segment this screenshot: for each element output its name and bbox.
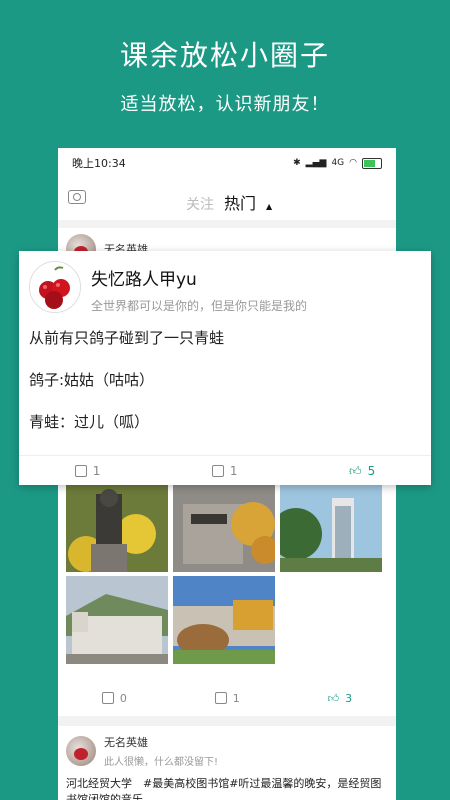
- comment-icon: [211, 465, 224, 477]
- promo-subline: 适当放松，认识新朋友！: [120, 94, 330, 115]
- author-info: 无名英雄 此人很懒，什么都没留下!: [96, 734, 218, 768]
- post-text: 河北经贸大学 #最美高校图书馆#听过最温馨的晚安，是经贸图书馆闭馆的音乐。: [66, 777, 382, 800]
- post-line-2: 鸽子:姑姑（咕咕）: [29, 371, 155, 389]
- comment-button[interactable]: 1: [211, 464, 238, 478]
- thumbs-up-icon: 👍︎: [327, 691, 340, 705]
- popup-author-name[interactable]: 失忆路人甲yu: [91, 265, 197, 290]
- share-icon: [74, 465, 87, 477]
- top-bar: 关注 热门 ▲: [58, 178, 396, 220]
- photo-building[interactable]: [66, 576, 168, 664]
- comment-icon: [214, 692, 227, 704]
- photo-tower[interactable]: [280, 484, 382, 572]
- caret-up-icon: ▲: [266, 202, 273, 211]
- highlighted-post-card[interactable]: 失忆路人甲yu 全世界都可以是你的，但是你只能是我的 从前有只鸽子碰到了一只青蛙…: [19, 251, 431, 485]
- bluetooth-icon: ✱: [293, 158, 301, 168]
- like-count: 5: [367, 464, 376, 478]
- photo-library-sign[interactable]: [173, 484, 275, 572]
- author-row: 无名英雄 此人很懒，什么都没留下!: [58, 726, 396, 776]
- battery-icon: [362, 157, 382, 169]
- tab-hot[interactable]: 热门: [224, 190, 256, 214]
- like-button[interactable]: 👍︎ 3: [328, 692, 353, 705]
- tab-follow[interactable]: 关注: [186, 194, 214, 214]
- post-card-3[interactable]: 无名英雄 此人很懒，什么都没留下! 河北经贸大学 #最美高校图书馆#听过最温馨的…: [58, 726, 396, 800]
- popup-author-bio: 全世界都可以是你的，但是你只能是我的: [91, 299, 308, 313]
- share-button[interactable]: 0: [101, 691, 127, 705]
- camera-icon[interactable]: [68, 190, 86, 204]
- photo-library-building[interactable]: [173, 576, 275, 664]
- status-bar: 晚上10:34 ✱ ▂▄▆ 4G ◠: [58, 148, 396, 178]
- thumbs-up-icon: 👍︎: [349, 463, 362, 478]
- share-count: 0: [119, 691, 127, 705]
- popup-actions: 1 1 👍︎ 5: [19, 455, 431, 486]
- signal-icon: ▂▄▆: [305, 158, 327, 168]
- share-count: 1: [92, 464, 101, 478]
- avatar[interactable]: [66, 736, 96, 766]
- comment-count: 1: [229, 464, 238, 478]
- comment-button[interactable]: 1: [214, 691, 240, 705]
- share-button[interactable]: 1: [74, 464, 101, 478]
- like-count: 3: [345, 691, 353, 705]
- share-icon: [101, 692, 114, 704]
- feed-tabs: 关注 热门 ▲: [186, 190, 272, 214]
- promo-headline: 课余放松小圈子: [119, 39, 330, 72]
- author-bio: 此人很懒，什么都没留下!: [104, 757, 219, 768]
- post-line-3: 青蛙：过儿（呱）: [29, 413, 150, 431]
- photo-post-actions: 0 1 👍︎ 3: [58, 684, 396, 712]
- status-time: 晚上10:34: [72, 157, 126, 170]
- post-line-1: 从前有只鸽子碰到了一只青蛙: [29, 329, 225, 347]
- like-button[interactable]: 👍︎ 5: [349, 464, 375, 479]
- wifi-icon: ◠: [349, 158, 357, 168]
- signal-label: 4G: [331, 158, 345, 168]
- author-name[interactable]: 无名英雄: [104, 734, 218, 750]
- photo-post-card[interactable]: 0 1 👍︎ 3: [58, 478, 396, 716]
- photo-statue[interactable]: [66, 484, 168, 572]
- status-icons: ✱ ▂▄▆ 4G ◠: [293, 157, 382, 169]
- cherry-avatar[interactable]: [29, 261, 81, 313]
- comment-count: 1: [232, 691, 240, 705]
